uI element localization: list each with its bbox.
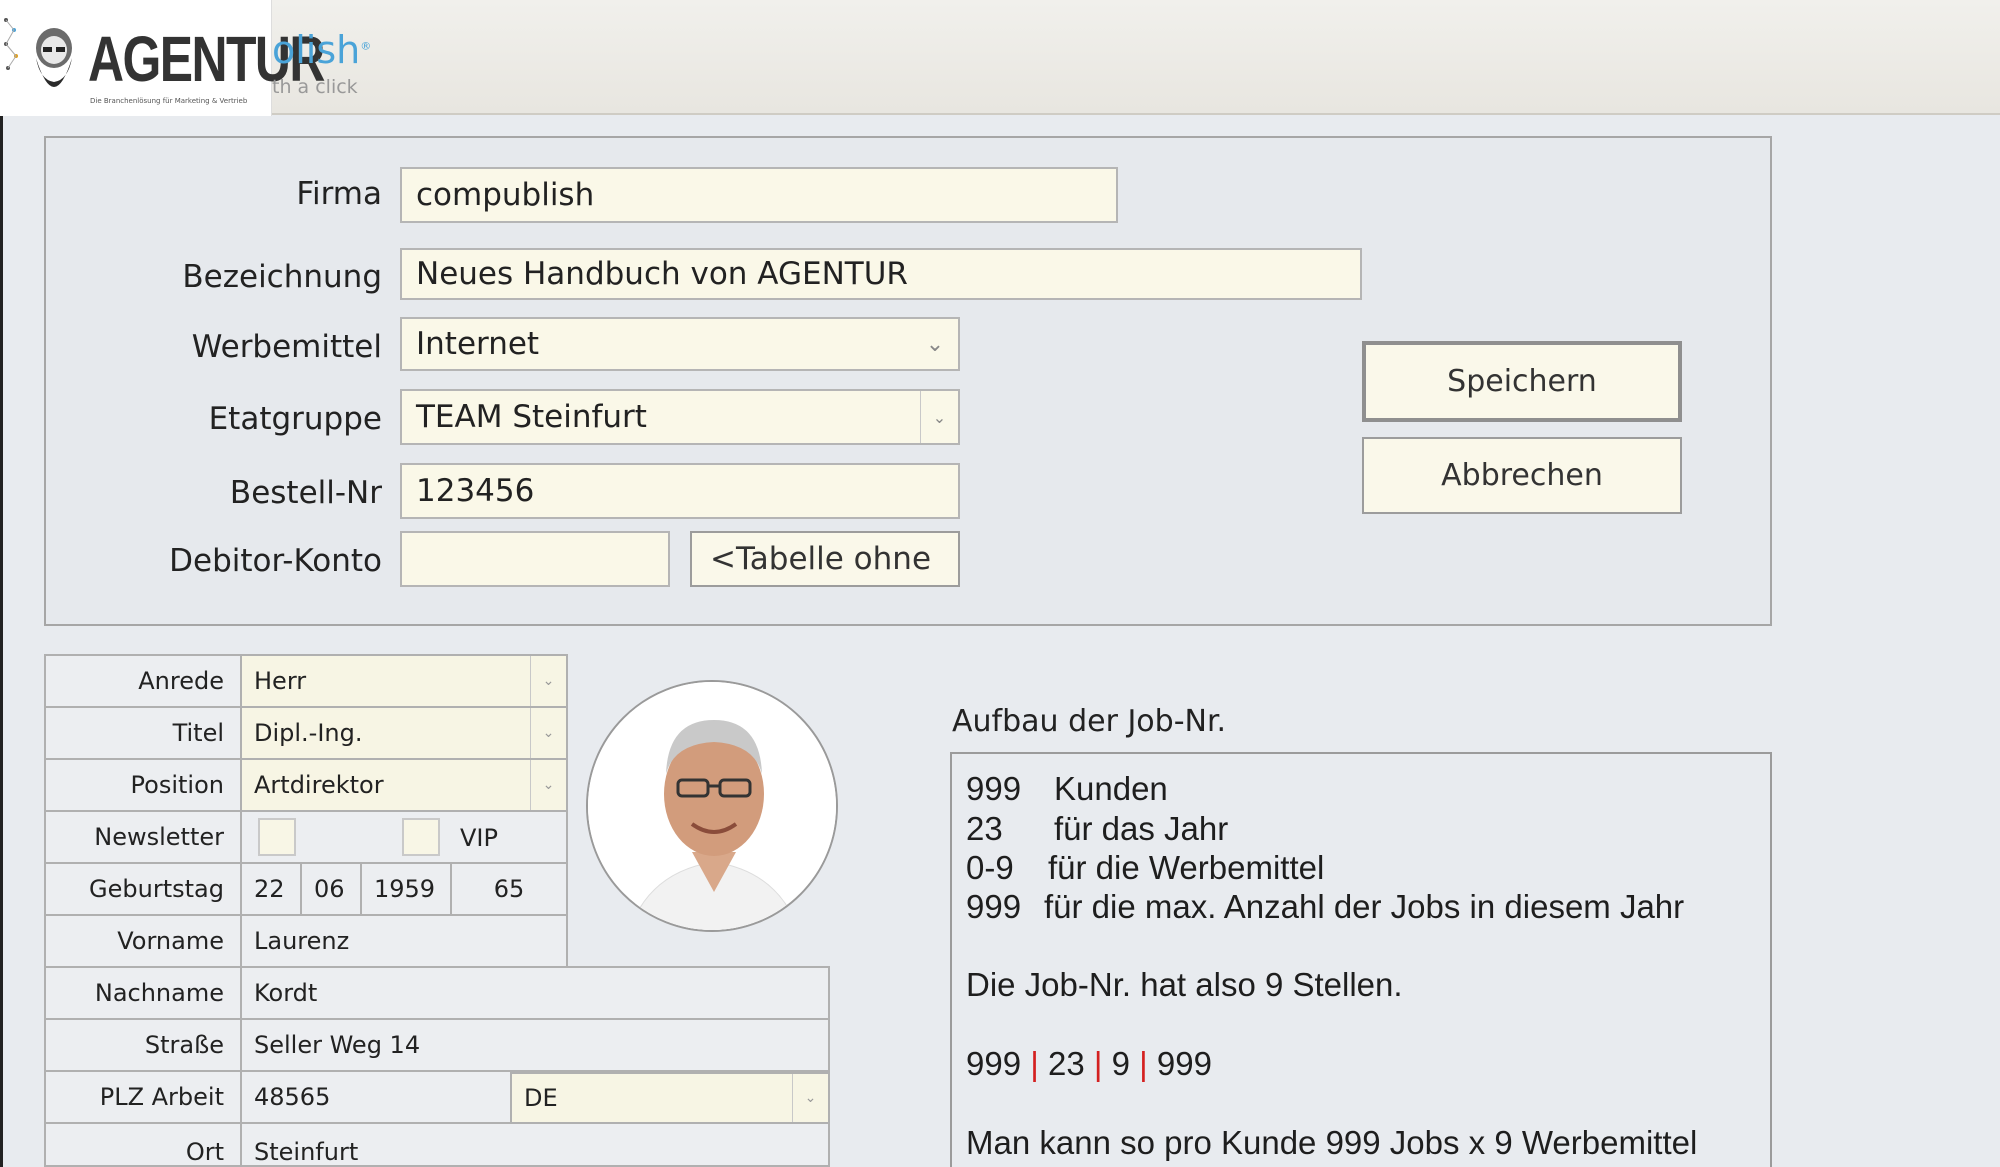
titel-value: Dipl.-Ing. <box>254 719 363 747</box>
werbemittel-select[interactable]: Internet ⌄ <box>400 317 960 371</box>
vip-label: VIP <box>460 824 498 852</box>
plz-label: PLZ Arbeit <box>44 1070 242 1124</box>
jobnr-line-1-text: Kunden <box>1054 770 1168 807</box>
strasse-field[interactable]: Seller Weg 14 <box>240 1018 830 1072</box>
anrede-value: Herr <box>254 667 307 695</box>
country-select[interactable]: DE ⌄ <box>510 1072 830 1124</box>
logo-subtitle: Die Branchenlösung für Marketing & Vertr… <box>90 97 248 105</box>
jobnr-line-2-text: für das Jahr <box>1054 810 1229 847</box>
cancel-button[interactable]: Abbrechen <box>1362 437 1682 514</box>
jobnr-line-3-text: für die Werbemittel <box>1048 849 1325 886</box>
jobnr-seg-3: 9 <box>1111 1045 1130 1082</box>
position-label: Position <box>44 758 242 812</box>
titel-label: Titel <box>44 706 242 760</box>
vorname-field[interactable]: Laurenz <box>240 914 568 968</box>
jobnr-seg-2: 23 <box>1047 1045 1085 1082</box>
brand-name: olish® <box>272 28 371 72</box>
jobnr-seg-1: 999 <box>966 1045 1022 1082</box>
chevron-down-icon[interactable]: ⌄ <box>920 391 958 443</box>
position-select[interactable]: Artdirektor ⌄ <box>240 758 568 812</box>
debitor-label: Debitor-Konto <box>169 543 382 579</box>
brand-registered: ® <box>360 39 372 53</box>
jobnr-line-3-num: 0-9 <box>966 849 1014 886</box>
vorname-label: Vorname <box>44 914 242 968</box>
bezeichnung-label: Bezeichnung <box>182 259 382 295</box>
jobnr-line-4: 999 für die max. Anzahl der Jobs in diese… <box>966 888 1684 926</box>
newsletter-checkbox[interactable] <box>258 818 296 856</box>
etatgruppe-label: Etatgruppe <box>208 401 382 437</box>
contact-photo[interactable] <box>586 680 838 932</box>
ort-field[interactable]: Steinfurt <box>240 1122 830 1167</box>
chevron-down-icon[interactable]: ⌄ <box>530 708 566 758</box>
left-border <box>0 116 3 1167</box>
network-dots-icon <box>4 18 18 70</box>
jobnr-title: Aufbau der Job-Nr. <box>952 704 1227 739</box>
anrede-label: Anrede <box>44 654 242 708</box>
etatgruppe-value: TEAM Steinfurt <box>416 399 647 435</box>
nachname-label: Nachname <box>44 966 242 1020</box>
jobnr-separator: | <box>1030 1045 1039 1082</box>
jobnr-segments: 999 | 23 | 9 | 999 <box>966 1045 1212 1083</box>
werbemittel-label: Werbemittel <box>191 329 382 365</box>
strasse-label: Straße <box>44 1018 242 1072</box>
bestellnr-label: Bestell-Nr <box>229 475 382 511</box>
jobnr-line-2: 23 für das Jahr <box>966 810 1228 848</box>
geburtstag-label: Geburtstag <box>44 862 242 916</box>
jobnr-line-3: 0-9 für die Werbemittel <box>966 849 1324 887</box>
firma-label: Firma <box>296 176 382 212</box>
chevron-down-icon[interactable]: ⌄ <box>530 656 566 706</box>
anrede-select[interactable]: Herr ⌄ <box>240 654 568 708</box>
bestellnr-field[interactable]: 123456 <box>400 463 960 519</box>
tabelle-button[interactable]: <Tabelle ohne <box>690 531 960 587</box>
country-value: DE <box>524 1084 558 1112</box>
jobnr-line-2-num: 23 <box>966 810 1003 847</box>
chevron-down-icon[interactable]: ⌄ <box>912 319 958 369</box>
age-value: 65 <box>450 862 568 916</box>
jobnr-seg-4: 999 <box>1156 1045 1212 1082</box>
jobnr-line-4-num: 999 <box>966 888 1022 925</box>
vip-checkbox[interactable] <box>402 818 440 856</box>
ort-label: Ort <box>44 1122 242 1167</box>
save-button[interactable]: Speichern <box>1362 341 1682 422</box>
jobnr-line-1: 999 Kunden <box>966 770 1168 808</box>
birth-month-field[interactable]: 06 <box>300 862 362 916</box>
jobnr-separator: | <box>1139 1045 1148 1082</box>
brand-name-text: olish <box>272 28 361 72</box>
newsletter-label: Newsletter <box>44 810 242 864</box>
debitor-field[interactable] <box>400 531 670 587</box>
chevron-down-icon[interactable]: ⌄ <box>792 1074 828 1122</box>
werbemittel-value: Internet <box>416 326 540 362</box>
agentur-logo[interactable]: AGENTUR Die Branchenlösung für Marketing… <box>0 0 325 116</box>
position-value: Artdirektor <box>254 771 384 799</box>
nachname-field[interactable]: Kordt <box>240 966 830 1020</box>
etatgruppe-select[interactable]: TEAM Steinfurt ⌄ <box>400 389 960 445</box>
jobnr-textbox[interactable]: 999 Kunden 23 für das Jahr 0-9 für die Werb… <box>950 752 1772 1167</box>
brand-tagline: th a click <box>272 76 358 98</box>
firma-field[interactable]: compublish <box>400 167 1118 223</box>
titel-select[interactable]: Dipl.-Ing. ⌄ <box>240 706 568 760</box>
jobnr-footer: Man kann so pro Kunde 999 Jobs x 9 Werbe… <box>966 1124 1698 1161</box>
jobnr-line-4-text: für die max. Anzahl der Jobs in diesem J… <box>1044 888 1685 925</box>
birth-year-field[interactable]: 1959 <box>360 862 452 916</box>
chevron-down-icon[interactable]: ⌄ <box>530 760 566 810</box>
plz-field[interactable]: 48565 <box>240 1070 512 1124</box>
jobnr-summary: Die Job-Nr. hat also 9 Stellen. <box>966 966 1403 1003</box>
bearded-man-icon <box>36 28 72 87</box>
person-portrait-icon <box>588 682 836 930</box>
jobnr-line-1-num: 999 <box>966 770 1022 807</box>
bezeichnung-field[interactable]: Neues Handbuch von AGENTUR <box>400 248 1362 300</box>
jobnr-separator: | <box>1093 1045 1103 1082</box>
birth-day-field[interactable]: 22 <box>240 862 302 916</box>
